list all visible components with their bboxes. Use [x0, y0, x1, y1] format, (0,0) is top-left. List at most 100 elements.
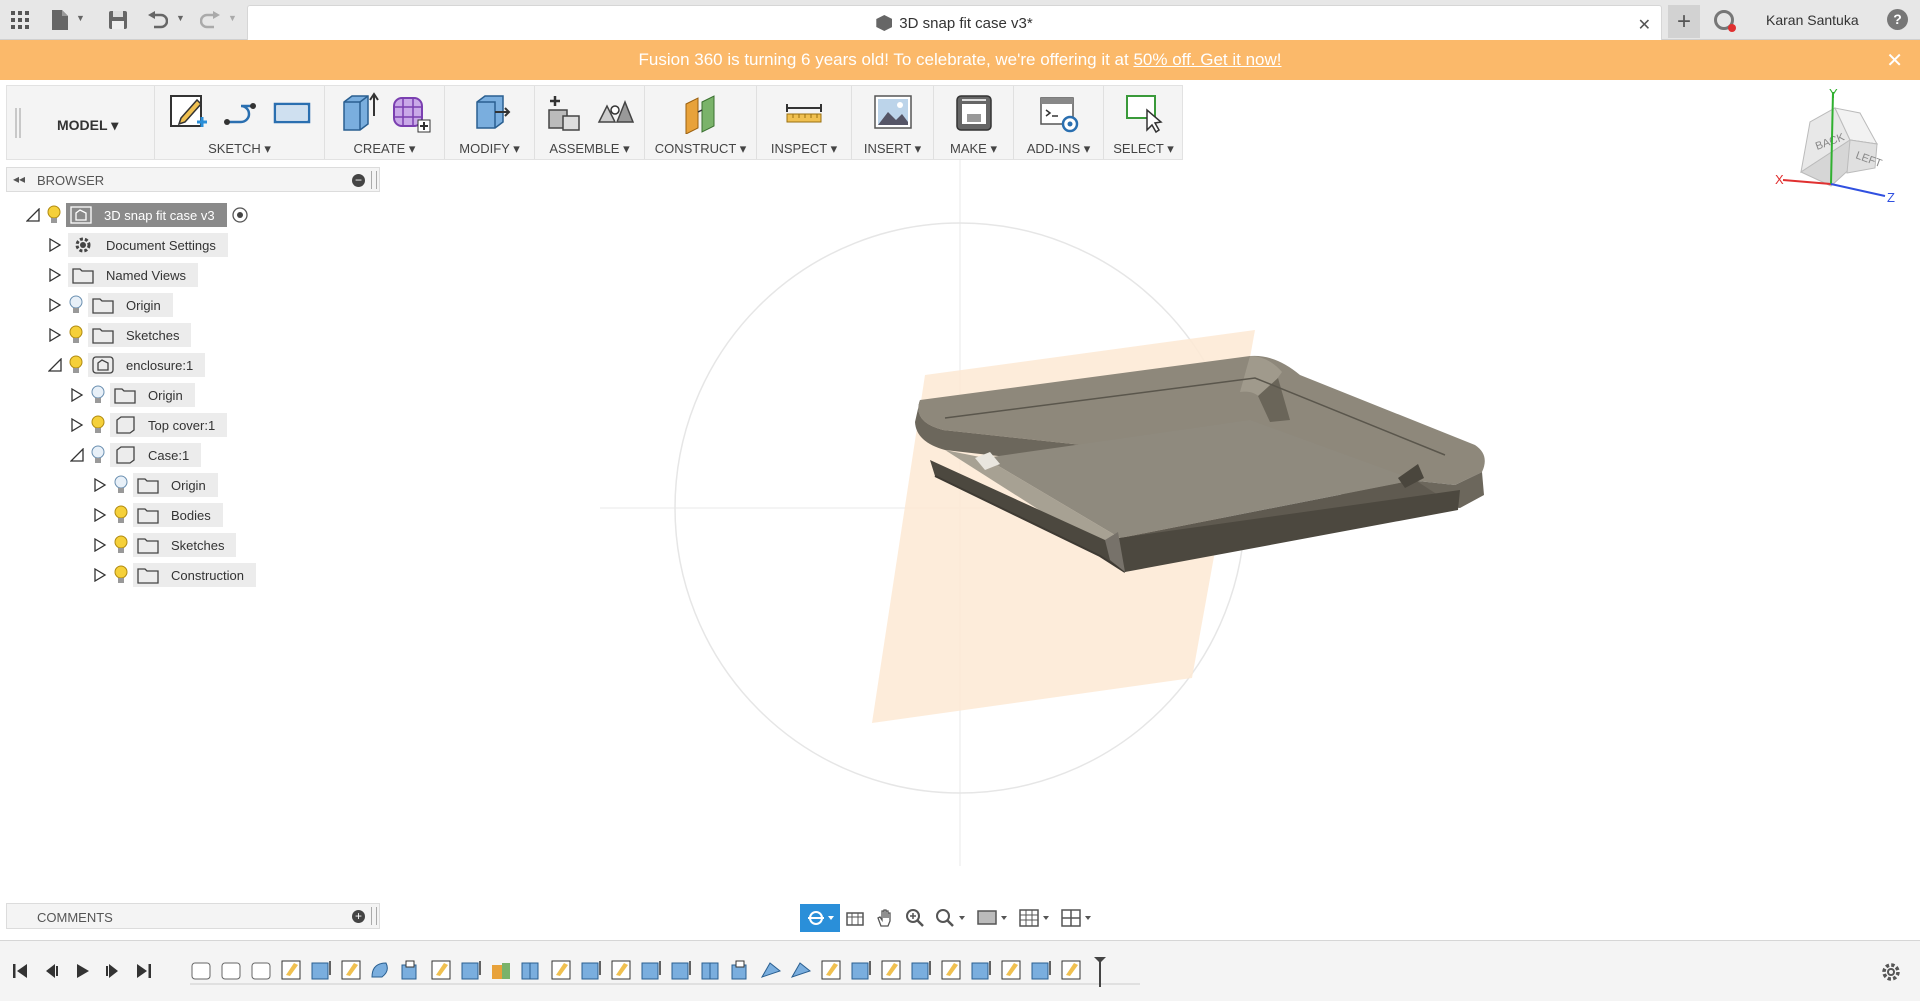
- pan-button[interactable]: [870, 904, 900, 932]
- select-menu[interactable]: SELECT ▾: [1104, 141, 1183, 157]
- new-component-icon[interactable]: [543, 92, 585, 134]
- root-node[interactable]: 3D snap fit case v3: [66, 203, 227, 227]
- inspect-menu[interactable]: INSPECT ▾: [757, 141, 851, 157]
- view-cube[interactable]: BACK LEFT X Y Z: [1775, 86, 1900, 208]
- tree-row-sketches[interactable]: Sketches: [48, 322, 192, 348]
- document-settings-node[interactable]: Document Settings: [68, 233, 228, 257]
- top-cover-node[interactable]: Top cover:1: [110, 413, 228, 437]
- app-grid-icon[interactable]: [8, 8, 32, 32]
- collapse-triangle-icon[interactable]: [70, 448, 84, 462]
- activate-radio-icon[interactable]: [231, 206, 249, 224]
- scripts-addins-icon[interactable]: [1038, 92, 1080, 134]
- modify-menu[interactable]: MODIFY ▾: [445, 141, 534, 157]
- comments-pin-handle[interactable]: [371, 907, 377, 925]
- make-menu[interactable]: MAKE ▾: [934, 141, 1013, 157]
- help-icon[interactable]: ?: [1887, 9, 1908, 30]
- visibility-bulb-icon[interactable]: [68, 325, 84, 345]
- expand-triangle-icon[interactable]: [70, 418, 84, 432]
- create-menu[interactable]: CREATE ▾: [325, 141, 444, 157]
- tree-row-named-views[interactable]: Named Views: [48, 262, 198, 288]
- expand-triangle-icon[interactable]: [93, 538, 107, 552]
- orbit-button[interactable]: [800, 904, 840, 932]
- expand-triangle-icon[interactable]: [93, 568, 107, 582]
- visibility-bulb-off-icon[interactable]: [90, 445, 106, 465]
- expand-triangle-icon[interactable]: [70, 388, 84, 402]
- zoom-button[interactable]: [900, 904, 930, 932]
- step-forward-icon[interactable]: [103, 961, 123, 981]
- measure-icon[interactable]: [783, 92, 825, 134]
- promo-link[interactable]: 50% off. Get it now!: [1133, 50, 1281, 69]
- visibility-bulb-icon[interactable]: [113, 535, 129, 555]
- display-settings-button[interactable]: [972, 904, 1014, 932]
- undo-menu-caret-icon[interactable]: ▼: [176, 13, 185, 23]
- bodies-node[interactable]: Bodies: [133, 503, 223, 527]
- tree-row-origin[interactable]: Origin: [48, 292, 173, 318]
- offset-plane-icon[interactable]: [680, 92, 722, 135]
- insert-menu[interactable]: INSERT ▾: [852, 141, 933, 157]
- grid-snaps-button[interactable]: [1014, 904, 1056, 932]
- tree-row-case-sketches[interactable]: Sketches: [93, 532, 237, 558]
- canvas-viewport[interactable]: [0, 160, 1920, 930]
- go-to-end-icon[interactable]: [134, 961, 154, 981]
- visibility-bulb-icon[interactable]: [68, 355, 84, 375]
- construct-menu[interactable]: CONSTRUCT ▾: [645, 141, 756, 157]
- named-views-node[interactable]: Named Views: [68, 263, 198, 287]
- redo-menu-caret-icon[interactable]: ▼: [228, 13, 237, 23]
- workspace-switcher[interactable]: MODEL ▾: [57, 117, 118, 134]
- construction-node[interactable]: Construction: [133, 563, 256, 587]
- case-origin-node[interactable]: Origin: [133, 473, 218, 497]
- browser-minimize-button[interactable]: −: [352, 174, 365, 187]
- visibility-bulb-icon[interactable]: [113, 505, 129, 525]
- press-pull-icon[interactable]: [469, 92, 511, 134]
- line-icon[interactable]: [219, 92, 261, 134]
- sketch-menu[interactable]: SKETCH ▾: [155, 141, 324, 157]
- step-back-icon[interactable]: [41, 961, 61, 981]
- create-form-icon[interactable]: [390, 92, 432, 134]
- assemble-menu[interactable]: ASSEMBLE ▾: [535, 141, 644, 157]
- expand-triangle-icon[interactable]: [93, 508, 107, 522]
- new-tab-button[interactable]: +: [1668, 5, 1700, 38]
- 3d-print-icon[interactable]: [953, 92, 995, 134]
- model-canvas[interactable]: [0, 160, 1920, 930]
- toolbar-grip-handle[interactable]: [15, 108, 21, 138]
- tree-row-enclosure-origin[interactable]: Origin: [70, 382, 195, 408]
- rectangle-icon[interactable]: [271, 92, 313, 134]
- window-select-icon[interactable]: [1123, 92, 1165, 134]
- expand-triangle-icon[interactable]: [48, 268, 62, 282]
- tree-row-enclosure[interactable]: enclosure:1: [48, 352, 206, 378]
- expand-triangle-icon[interactable]: [48, 328, 62, 342]
- create-sketch-icon[interactable]: [167, 92, 209, 134]
- tree-row-case[interactable]: Case:1: [70, 442, 202, 468]
- close-banner-button[interactable]: ✕: [1886, 48, 1903, 73]
- tree-row-bodies[interactable]: Bodies: [93, 502, 223, 528]
- visibility-bulb-off-icon[interactable]: [113, 475, 129, 495]
- save-icon[interactable]: [106, 8, 130, 32]
- undo-icon[interactable]: [146, 8, 170, 32]
- browser-pin-handle[interactable]: [371, 171, 377, 189]
- enclosure-node[interactable]: enclosure:1: [88, 353, 206, 377]
- add-ins-menu[interactable]: ADD-INS ▾: [1014, 141, 1103, 157]
- joint-icon[interactable]: [595, 92, 637, 134]
- look-at-button[interactable]: [840, 904, 870, 932]
- case-node[interactable]: Case:1: [110, 443, 202, 467]
- file-icon[interactable]: [48, 8, 72, 32]
- insert-image-icon[interactable]: [872, 92, 914, 134]
- fit-button[interactable]: [930, 904, 972, 932]
- expand-triangle-icon[interactable]: [93, 478, 107, 492]
- enclosure-origin-node[interactable]: Origin: [110, 383, 195, 407]
- tree-row-construction[interactable]: Construction: [93, 562, 256, 588]
- collapse-browser-icon[interactable]: ◂◂: [13, 172, 25, 186]
- origin-node[interactable]: Origin: [88, 293, 173, 317]
- timeline-marker[interactable]: [1094, 957, 1106, 987]
- case-sketches-node[interactable]: Sketches: [133, 533, 237, 557]
- add-comment-button[interactable]: +: [352, 910, 365, 923]
- close-tab-button[interactable]: ✕: [1638, 15, 1651, 35]
- tree-row-document-settings[interactable]: Document Settings: [48, 232, 228, 258]
- visibility-bulb-icon[interactable]: [90, 415, 106, 435]
- extrude-icon[interactable]: [338, 92, 380, 134]
- expand-triangle-icon[interactable]: [48, 238, 62, 252]
- collapse-triangle-icon[interactable]: [48, 358, 62, 372]
- visibility-bulb-icon[interactable]: [46, 205, 62, 225]
- visibility-bulb-off-icon[interactable]: [68, 295, 84, 315]
- expand-triangle-icon[interactable]: [48, 298, 62, 312]
